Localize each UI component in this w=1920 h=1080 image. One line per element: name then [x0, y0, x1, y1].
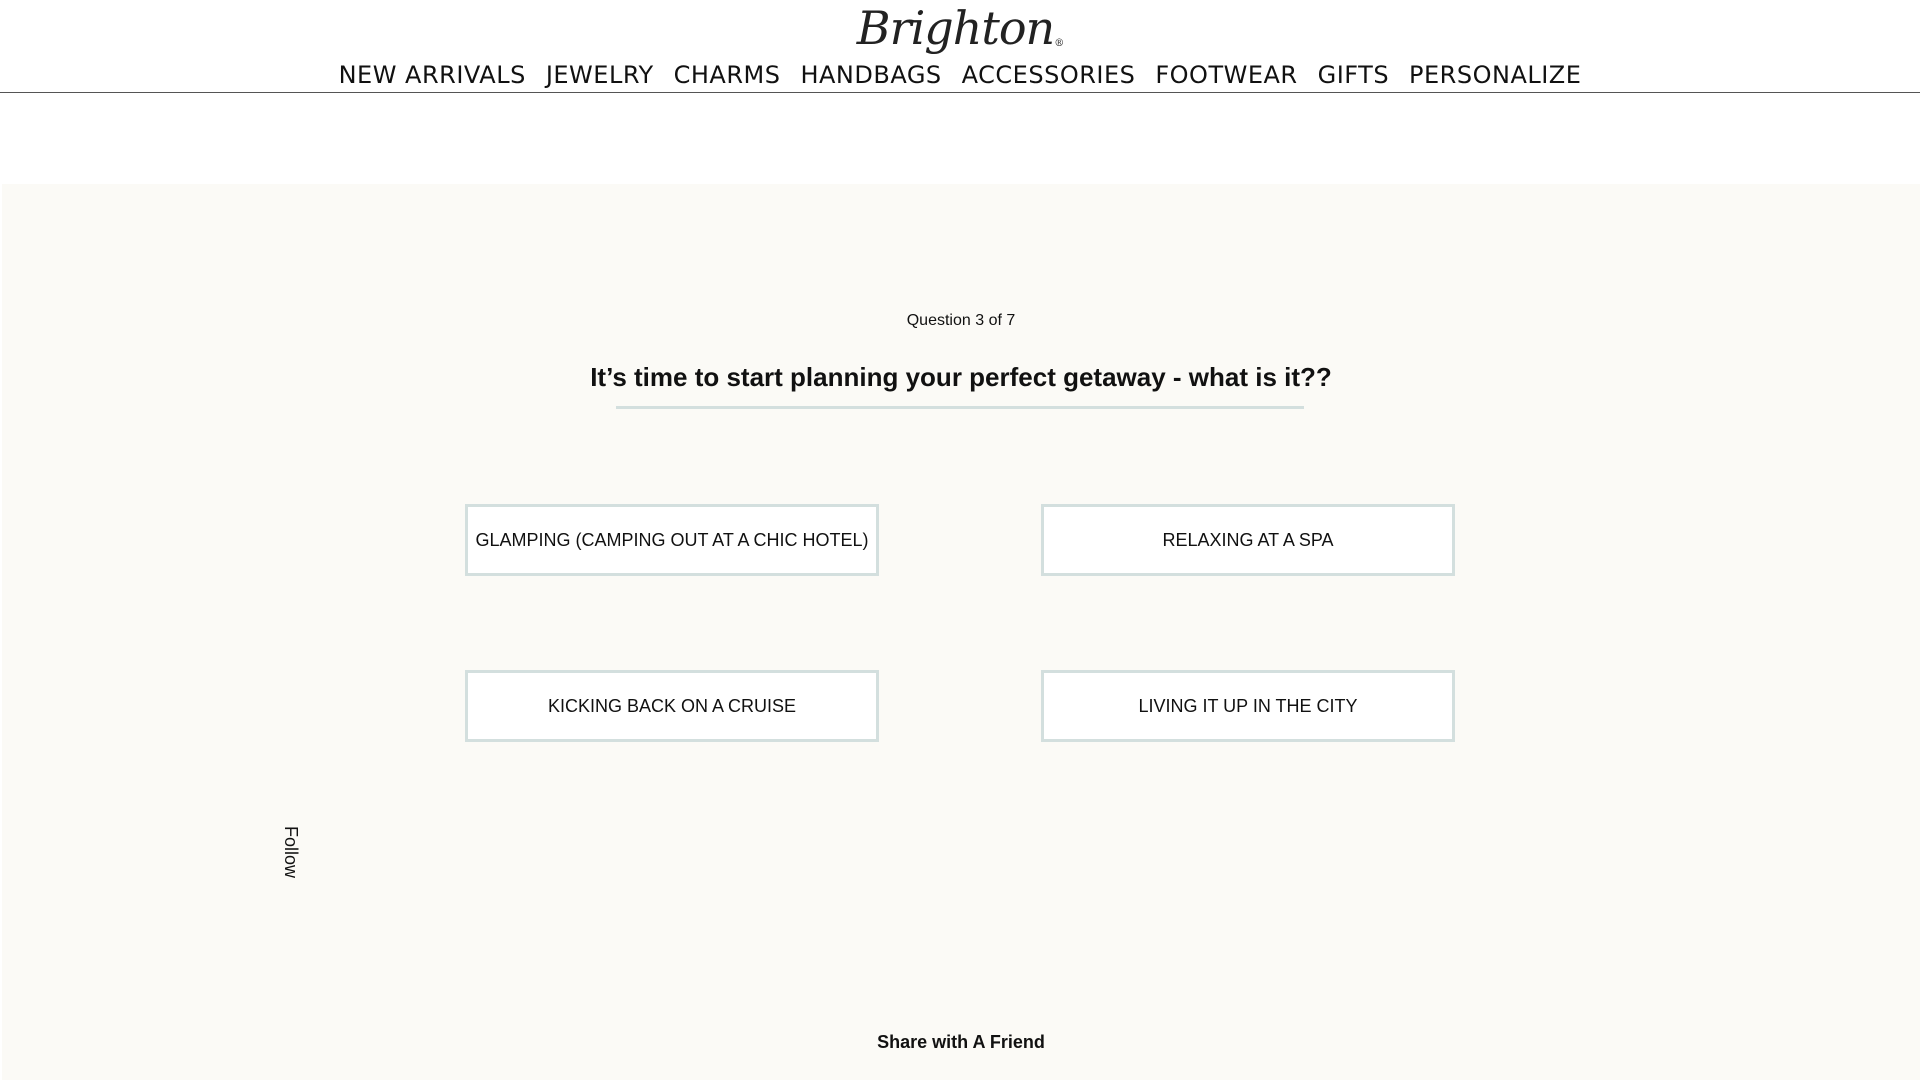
- main-navigation: NEW ARRIVALS JEWELRY CHARMS HANDBAGS ACC…: [0, 58, 1920, 92]
- question-title: It’s time to start planning your perfect…: [590, 362, 1332, 392]
- nav-item-gifts[interactable]: GIFTS: [1308, 58, 1399, 92]
- logo-text: Brighton: [856, 1, 1055, 55]
- nav-item-personalize[interactable]: PERSONALIZE: [1399, 58, 1591, 92]
- quiz-panel: Question 3 of 7 It’s time to start plann…: [2, 184, 1920, 1080]
- nav-item-handbags[interactable]: HANDBAGS: [790, 58, 951, 92]
- nav-item-charms[interactable]: CHARMS: [664, 58, 791, 92]
- nav-item-footwear[interactable]: FOOTWEAR: [1145, 58, 1307, 92]
- answer-city-button[interactable]: LIVING IT UP IN THE CITY: [1041, 670, 1455, 742]
- nav-item-accessories[interactable]: ACCESSORIES: [952, 58, 1146, 92]
- question-progress: Question 3 of 7: [906, 312, 1016, 329]
- answer-cruise-button[interactable]: KICKING BACK ON A CRUISE: [465, 670, 879, 742]
- site-header: Brighton® NEW ARRIVALS JEWELRY CHARMS HA…: [0, 0, 1920, 93]
- nav-item-new-arrivals[interactable]: NEW ARRIVALS: [329, 58, 536, 92]
- logo-registered-mark: ®: [1054, 38, 1064, 49]
- answer-spa-button[interactable]: RELAXING AT A SPA: [1041, 504, 1455, 576]
- follow-tab[interactable]: Follow: [281, 825, 301, 879]
- share-with-friend-link[interactable]: Share with A Friend: [2, 1032, 1920, 1053]
- brighton-logo[interactable]: Brighton®: [0, 0, 1920, 56]
- question-underline: [616, 406, 1304, 409]
- answer-glamping-button[interactable]: GLAMPING (CAMPING OUT AT A CHIC HOTEL): [465, 504, 879, 576]
- nav-item-jewelry[interactable]: JEWELRY: [536, 58, 664, 92]
